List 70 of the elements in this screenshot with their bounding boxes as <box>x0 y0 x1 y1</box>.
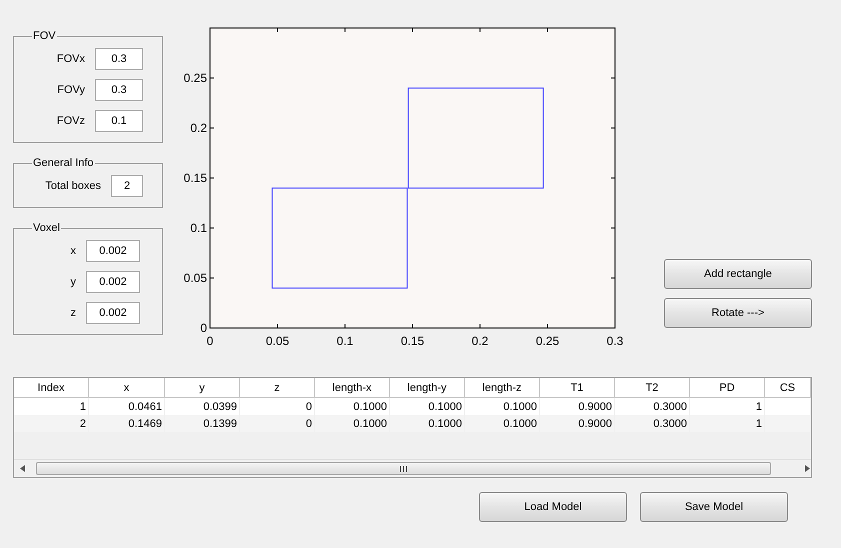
table-cell: 0 <box>240 398 315 415</box>
table-cell: 0.1469 <box>89 415 165 432</box>
table-cell: 1 <box>690 398 765 415</box>
y-tick-label: 0.2 <box>190 121 207 135</box>
x-tick-label: 0.05 <box>266 334 290 348</box>
table-cell: 2 <box>14 415 89 432</box>
table-cell: 0.1000 <box>465 398 540 415</box>
table-cell: 0.0399 <box>165 398 240 415</box>
scrollbar-thumb[interactable] <box>36 462 771 475</box>
action-button[interactable]: Save Model <box>640 492 788 522</box>
column-header[interactable]: PD <box>690 378 765 398</box>
panel-title: FOV <box>32 30 57 42</box>
column-header[interactable]: z <box>240 378 315 398</box>
field-label: FOVx <box>56 53 85 65</box>
action-button[interactable]: Add rectangle <box>664 259 812 289</box>
panel-title: Voxel <box>32 222 61 234</box>
table-cell: 0.1000 <box>465 415 540 432</box>
input-field[interactable]: 0.3 <box>95 48 143 70</box>
x-tick-label: 0.25 <box>536 334 560 348</box>
column-header[interactable]: x <box>89 378 165 398</box>
field-label: FOVy <box>57 84 85 96</box>
column-header[interactable]: y <box>165 378 240 398</box>
table-cell: 1 <box>14 398 89 415</box>
column-header[interactable]: T2 <box>615 378 690 398</box>
y-tick-label: 0.15 <box>184 171 207 185</box>
panel-title: General Info <box>32 157 95 169</box>
action-button[interactable]: Load Model <box>479 492 627 522</box>
field-label: x <box>70 245 76 257</box>
x-tick-label: 0.2 <box>472 334 488 348</box>
table-cell: 0.1000 <box>390 415 465 432</box>
table-cell: 0.0461 <box>89 398 165 415</box>
field-label: z <box>70 307 76 319</box>
input-field[interactable]: 0.002 <box>86 271 140 293</box>
table-cell: 0.1000 <box>390 398 465 415</box>
field-label: y <box>70 276 76 288</box>
field-label: Total boxes <box>45 180 101 192</box>
x-tick-label: 0 <box>206 334 214 348</box>
y-tick-label: 0 <box>200 321 207 335</box>
column-header[interactable]: T1 <box>540 378 615 398</box>
column-header[interactable]: length-y <box>390 378 465 398</box>
column-header[interactable]: CS <box>765 378 811 398</box>
x-tick-label: 0.15 <box>400 334 424 348</box>
scroll-left-icon[interactable] <box>20 465 26 472</box>
x-tick-label: 0.3 <box>606 334 624 348</box>
table-cell: 0.3000 <box>615 415 690 432</box>
table-cell: 0.1399 <box>165 415 240 432</box>
y-tick-label: 0.05 <box>184 271 207 285</box>
input-field[interactable]: 0.1 <box>95 110 143 132</box>
column-header[interactable]: length-x <box>315 378 390 398</box>
table-cell: 0.1000 <box>315 398 390 415</box>
table-cell: 0 <box>240 415 315 432</box>
grip-icon <box>400 466 407 472</box>
input-field[interactable]: 0.002 <box>86 302 140 324</box>
field-label: FOVz <box>56 115 85 127</box>
column-header[interactable]: Index <box>14 378 89 398</box>
input-field[interactable]: 2 <box>111 175 143 197</box>
input-field[interactable]: 0.002 <box>86 240 140 262</box>
table-cell: 0.9000 <box>540 398 615 415</box>
y-tick-label: 0.1 <box>190 221 207 235</box>
input-field[interactable]: 0.3 <box>95 79 143 101</box>
table-cell: 1 <box>690 415 765 432</box>
x-tick-label: 0.1 <box>336 334 354 348</box>
scroll-right-icon[interactable] <box>805 465 811 472</box>
table-cell: 0.3000 <box>615 398 690 415</box>
y-tick-label: 0.25 <box>184 71 207 85</box>
table-cell: 0.1000 <box>315 415 390 432</box>
column-header[interactable]: length-z <box>465 378 540 398</box>
horizontal-scrollbar[interactable] <box>14 459 811 477</box>
table-cell: 0.9000 <box>540 415 615 432</box>
action-button[interactable]: Rotate ---> <box>664 298 812 328</box>
